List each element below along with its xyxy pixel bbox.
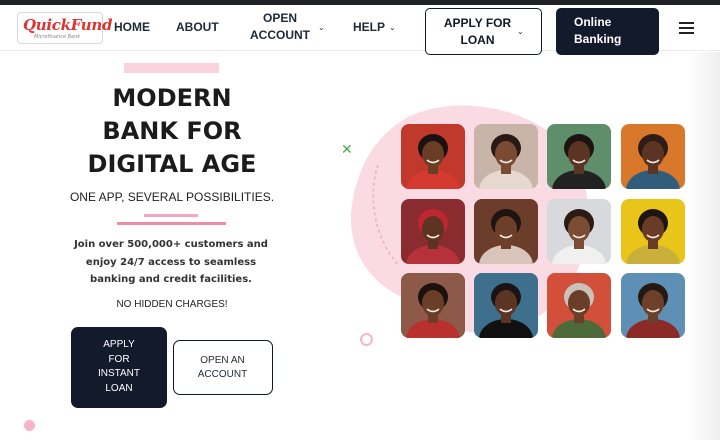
photo-man-glasses-praying-hands <box>621 273 685 338</box>
chevron-down-icon: ⌄ <box>389 23 396 32</box>
navbar: QuickFund Microfinance Bank HOME ABOUT O… <box>0 5 720 55</box>
online-banking-button[interactable]: Online Banking <box>556 8 659 55</box>
apply-instant-loan-label: APPLY FOR INSTANT LOAN <box>97 339 141 394</box>
brand-logo-text: QuickFund <box>23 16 113 34</box>
hero-divider-long <box>117 222 226 225</box>
brand-logo-subtext: Microfinance Bank <box>34 34 81 40</box>
photo-woman-headwrap <box>401 199 465 264</box>
hamburger-menu-icon[interactable] <box>679 22 694 35</box>
photo-woman-blue-background <box>474 273 538 338</box>
online-banking-label: Online Banking <box>574 15 622 46</box>
photo-laughing-woman <box>474 199 538 264</box>
photo-older-man-red-background <box>547 273 611 338</box>
decorative-dot <box>24 420 35 431</box>
hero-divider-short <box>144 214 198 217</box>
chevron-down-icon: ⌄ <box>318 23 325 32</box>
decorative-ring <box>360 333 373 346</box>
chevron-down-icon: ⌄ <box>517 27 524 36</box>
apply-instant-loan-button[interactable]: APPLY FOR INSTANT LOAN <box>71 327 167 408</box>
photo-father-with-child <box>547 199 611 264</box>
hero-subtitle: ONE APP, SEVERAL POSSIBILITIES. <box>69 190 275 204</box>
hero-body-text: Join over 500,000+ customers and enjoy 2… <box>74 239 268 285</box>
nav-help-label: HELP <box>353 20 386 34</box>
brand-logo[interactable]: QuickFund Microfinance Bank <box>17 12 112 44</box>
photo-smiling-woman-braids <box>547 124 611 189</box>
photo-man-hand-on-face-yellow <box>621 199 685 264</box>
apply-for-loan-label: APPLY FOR LOAN <box>443 16 512 47</box>
decorative-pink-tab <box>124 63 219 73</box>
nav-home[interactable]: HOME <box>114 19 150 36</box>
close-icon: ✕ <box>341 142 353 158</box>
nav-about[interactable]: ABOUT <box>176 19 219 36</box>
photo-two-women-selfie <box>401 273 465 338</box>
photo-young-man-orange-background <box>621 124 685 189</box>
page-edge-shadow <box>688 52 720 440</box>
photo-woman-curly-hair-red-top <box>401 124 465 189</box>
nav-open-account-label: OPEN ACCOUNT <box>250 11 310 42</box>
hero-note: NO HIDDEN CHARGES! <box>116 299 228 310</box>
open-account-button[interactable]: OPEN AN ACCOUNT <box>173 340 273 395</box>
photo-mother-kissing-baby <box>474 124 538 189</box>
open-account-label: OPEN AN ACCOUNT <box>197 355 248 380</box>
apply-for-loan-button[interactable]: APPLY FOR LOAN ⌄ <box>425 8 542 55</box>
hero-title: MODERN BANK FOR DIGITAL AGE <box>87 84 257 178</box>
